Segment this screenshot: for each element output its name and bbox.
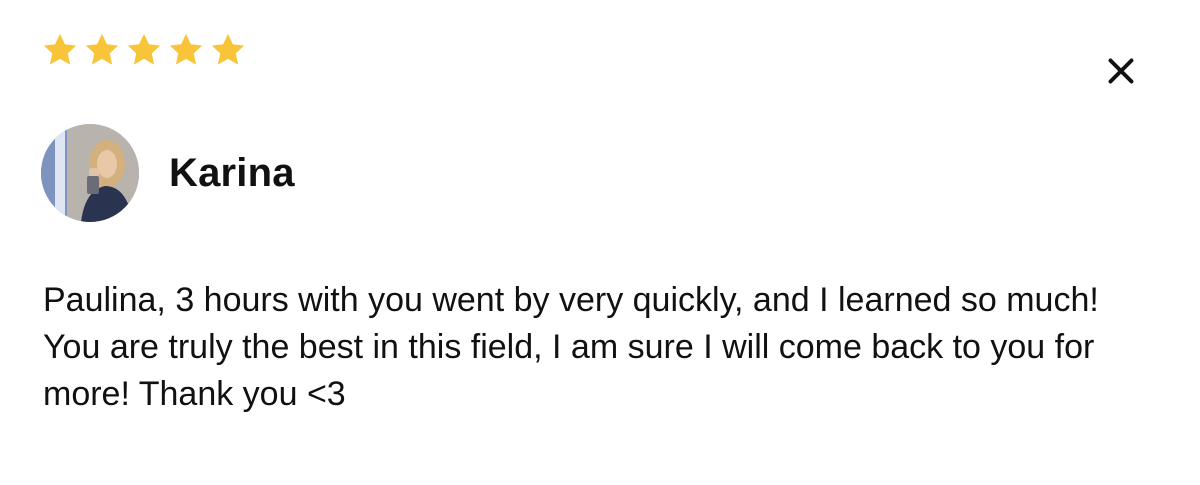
- star-rating: [41, 31, 247, 69]
- review-text: Paulina, 3 hours with you went by very q…: [43, 281, 1099, 413]
- close-icon: [1108, 58, 1134, 84]
- star-icon: [41, 31, 79, 69]
- close-button[interactable]: [1100, 50, 1142, 92]
- star-icon: [83, 31, 121, 69]
- star-icon: [167, 31, 205, 69]
- reviewer-info: Karina: [41, 124, 295, 222]
- avatar: [41, 124, 139, 222]
- star-icon: [125, 31, 163, 69]
- reviewer-name: Karina: [169, 151, 295, 195]
- star-icon: [209, 31, 247, 69]
- review-card: Karina Paulina, 3 hours with you went by…: [0, 0, 1200, 485]
